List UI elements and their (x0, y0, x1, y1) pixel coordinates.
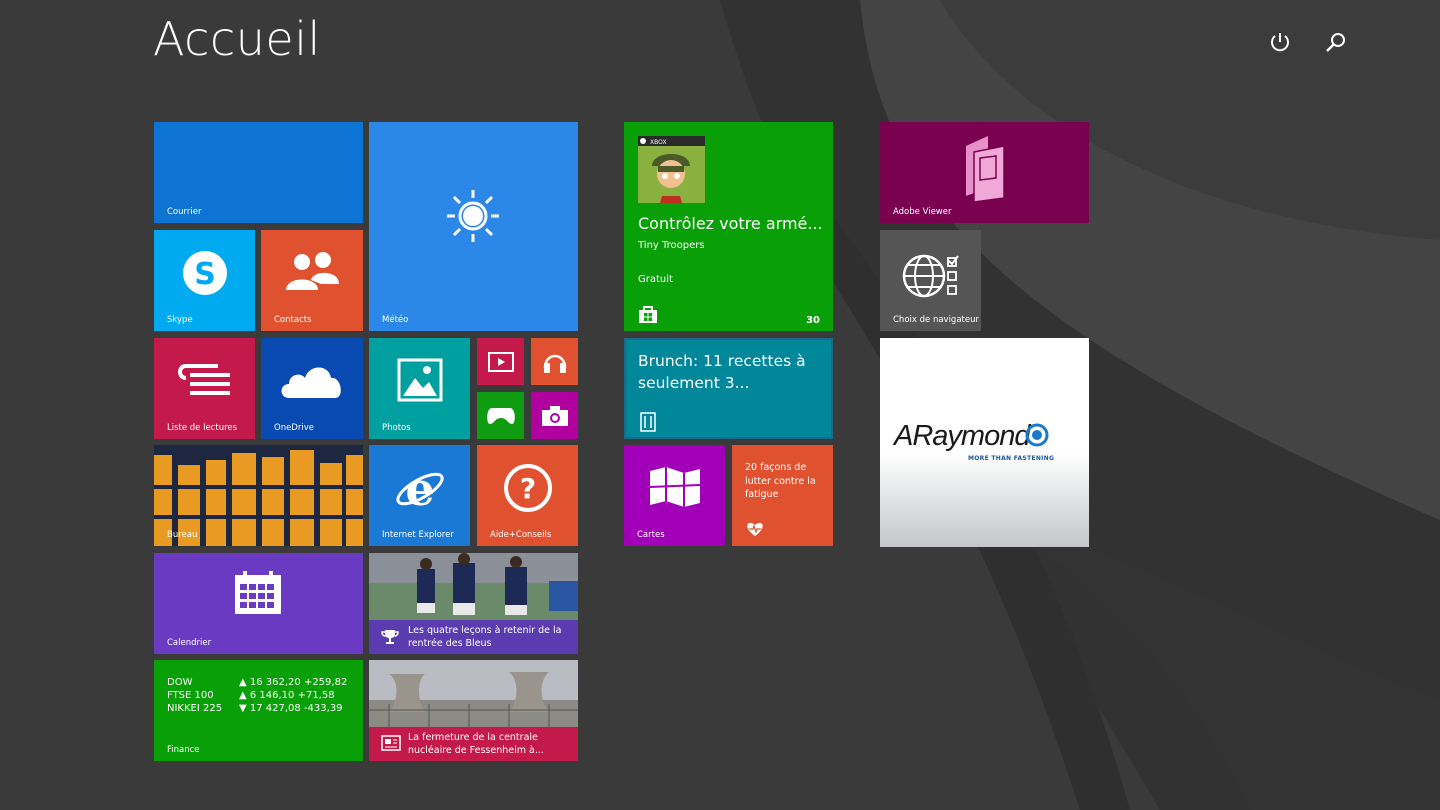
tile-label: Courrier (167, 207, 202, 217)
newspaper-icon (381, 735, 401, 751)
tile-label: Skype (167, 315, 193, 325)
tile-label: Aide+Conseils (490, 530, 552, 540)
tile-label: Internet Explorer (382, 530, 454, 540)
araymond-logo: ARaymond (894, 420, 1030, 452)
store-bag-icon (639, 306, 657, 323)
tile-mail[interactable]: Courrier (154, 122, 363, 223)
tile-photos[interactable]: Photos (369, 338, 470, 439)
tile-store[interactable]: XBOX Contrôlez votre armé... Tiny Troope… (624, 122, 833, 331)
tile-finance[interactable]: DOW ▲ 16 362,20 +259,82 FTSE 100 ▲ 6 146,1… (154, 660, 363, 761)
tile-label: Calendrier (167, 638, 212, 648)
index-value: ▼ 17 427,08 -433,39 (239, 703, 343, 714)
tile-label: Météo (382, 315, 409, 325)
tile-sport[interactable]: Les quatre leçons à retenir de la rentré… (369, 553, 578, 654)
xbox-badge: XBOX (650, 139, 667, 146)
sport-caption: Les quatre leçons à retenir de la rentré… (369, 620, 578, 654)
finance-row: DOW ▲ 16 362,20 +259,82 (167, 676, 347, 689)
store-app-name: Tiny Troopers (638, 240, 705, 251)
tile-contacts[interactable]: Contacts (261, 230, 363, 331)
tile-camera[interactable] (531, 392, 578, 439)
tile-araymond[interactable]: ARaymond MORE THAN FASTENING (880, 338, 1089, 547)
svg-text:e: e (405, 462, 434, 513)
tile-onedrive[interactable]: OneDrive (261, 338, 363, 439)
store-headline: Contrôlez votre armé... (638, 214, 823, 233)
internet-explorer-icon: e (396, 462, 444, 513)
power-icon[interactable] (1268, 30, 1292, 54)
skype-icon: S (183, 251, 227, 295)
tile-internet-explorer[interactable]: e Internet Explorer (369, 445, 470, 546)
finance-row: FTSE 100 ▲ 6 146,10 +71,58 (167, 689, 347, 702)
index-value: ▲ 6 146,10 +71,58 (239, 690, 335, 701)
store-count: 30 (806, 315, 820, 326)
finance-table: DOW ▲ 16 362,20 +259,82 FTSE 100 ▲ 6 146,1… (167, 676, 347, 715)
search-icon[interactable] (1324, 30, 1348, 54)
store-price: Gratuit (638, 274, 673, 285)
game-thumbnail: XBOX (638, 136, 705, 203)
tile-news[interactable]: La fermeture de la centrale nucléaire de… (369, 660, 578, 761)
reading-list-icon (178, 364, 230, 395)
camera-icon (541, 405, 568, 426)
tile-desktop[interactable]: Bureau (154, 445, 363, 546)
tile-browser-choice[interactable]: Choix de navigateur (880, 230, 981, 331)
index-name: FTSE 100 (167, 690, 214, 701)
tile-label: Contacts (274, 315, 312, 325)
calendar-icon (235, 571, 281, 614)
food-headline: Brunch: 11 recettes à seulement 3... (638, 352, 806, 392)
tile-video[interactable] (477, 338, 524, 385)
news-caption-text: La fermeture de la centrale nucléaire de… (408, 732, 544, 756)
tile-games[interactable] (477, 392, 524, 439)
sun-icon (447, 190, 499, 242)
page-title: Accueil (153, 12, 321, 66)
finance-row: NIKKEI 225 ▼ 17 427,08 -433,39 (167, 702, 347, 715)
question-icon: ? (504, 464, 552, 512)
news-photo (369, 660, 578, 727)
tile-label: Photos (382, 423, 411, 433)
people-icon (286, 252, 339, 290)
index-value: ▲ 16 362,20 +259,82 (239, 677, 348, 688)
svg-text:S: S (194, 257, 216, 292)
tile-label: Liste de lectures (167, 423, 238, 433)
cloud-icon (281, 367, 341, 398)
tile-weather[interactable]: Météo (369, 122, 578, 331)
index-name: NIKKEI 225 (167, 703, 223, 714)
tile-adobe-viewer[interactable]: Adobe Viewer (880, 122, 1089, 223)
fork-knife-icon (640, 412, 656, 432)
tile-label: Cartes (637, 530, 665, 540)
tile-calendar[interactable]: Calendrier (154, 553, 363, 654)
news-caption: La fermeture de la centrale nucléaire de… (369, 727, 578, 761)
tile-help[interactable]: ? Aide+Conseils (477, 445, 578, 546)
globe-checklist-icon (902, 254, 959, 298)
araymond-mark-icon (1025, 423, 1049, 447)
tile-label: Finance (167, 745, 200, 755)
tile-music[interactable] (531, 338, 578, 385)
gamepad-icon (486, 407, 515, 424)
tile-health[interactable]: 20 façons de lutter contre la fatigue (732, 445, 833, 546)
tile-reading-list[interactable]: Liste de lectures (154, 338, 255, 439)
map-icon (649, 467, 701, 507)
tile-label: Bureau (167, 530, 198, 540)
tile-label: Choix de navigateur (893, 315, 979, 325)
araymond-tagline: MORE THAN FASTENING (968, 455, 1055, 462)
tile-food[interactable]: Brunch: 11 recettes à seulement 3... (624, 338, 833, 439)
tile-label: OneDrive (274, 423, 314, 433)
picture-icon (397, 358, 443, 402)
tile-maps[interactable]: Cartes (624, 445, 725, 546)
sport-photo (369, 553, 578, 620)
svg-text:?: ? (520, 472, 536, 505)
adobe-viewer-icon (966, 136, 1005, 202)
sport-caption-text: Les quatre leçons à retenir de la rentré… (408, 625, 562, 649)
tile-skype[interactable]: S Skype (154, 230, 255, 331)
trophy-icon (381, 630, 399, 644)
heart-pulse-icon (747, 522, 763, 536)
headphones-icon (543, 354, 566, 373)
tile-label: Adobe Viewer (893, 207, 952, 217)
index-name: DOW (167, 677, 193, 688)
video-icon (487, 351, 514, 372)
soldier-image: XBOX (638, 136, 705, 203)
health-text: 20 façons de lutter contre la fatigue (745, 462, 816, 500)
